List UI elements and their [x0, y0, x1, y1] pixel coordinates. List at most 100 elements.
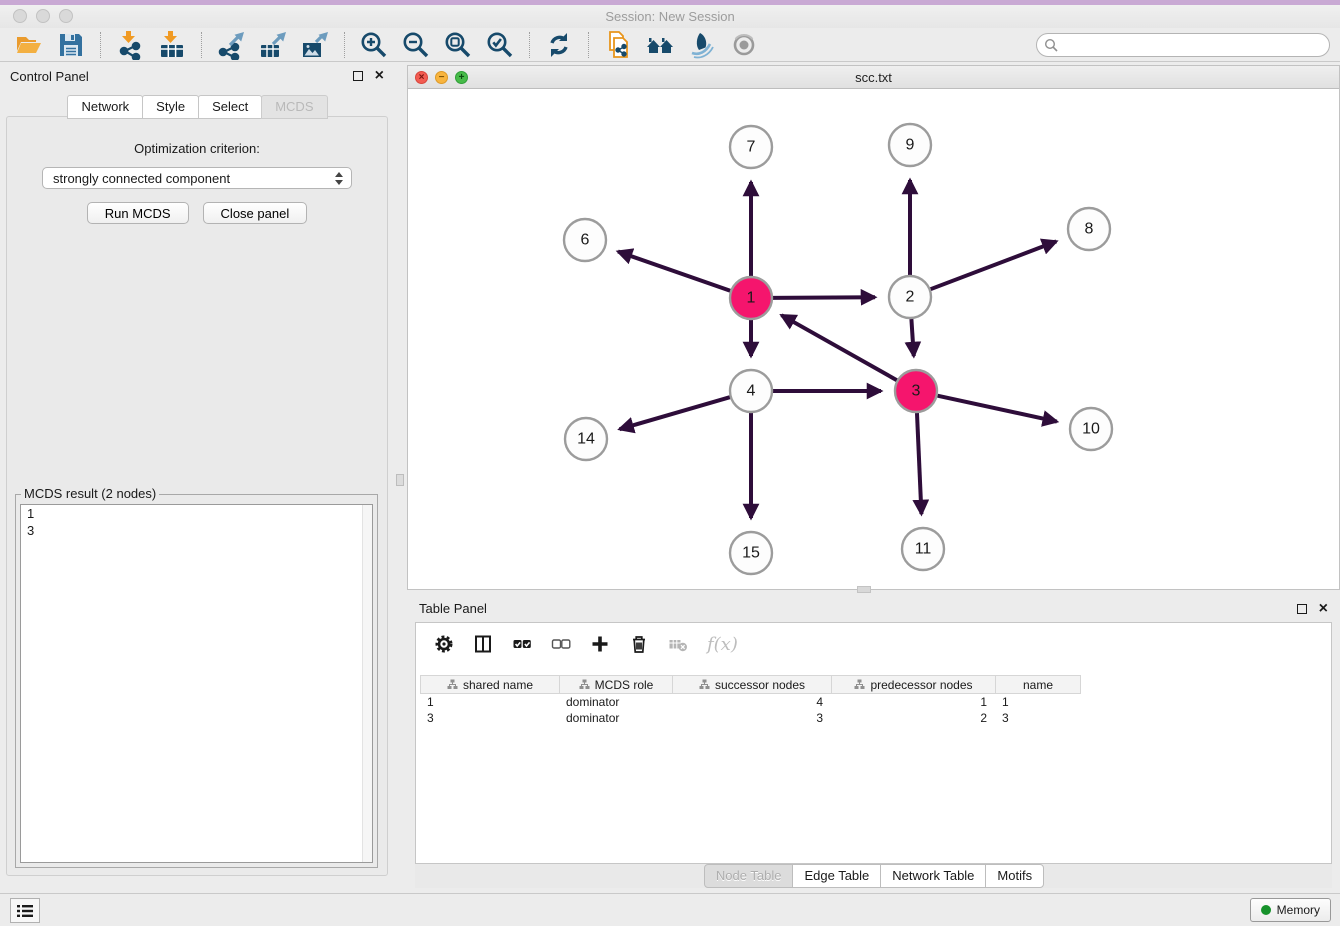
- table-settings-icon[interactable]: [434, 634, 454, 654]
- tab-motifs[interactable]: Motifs: [985, 864, 1044, 888]
- refresh-view-icon[interactable]: [544, 30, 574, 60]
- graph-edge-2-8[interactable]: [931, 241, 1057, 289]
- cell-successor-nodes[interactable]: 4: [672, 694, 831, 710]
- graph-edge-2-3[interactable]: [911, 319, 913, 356]
- svg-text:3: 3: [912, 383, 921, 400]
- column-tree-icon: [699, 679, 710, 690]
- network-view-window: × − + scc.txt 7 9 6 8 1 2 4 3 14 10 15 11: [407, 65, 1340, 590]
- graph-node-11[interactable]: 11: [902, 528, 944, 570]
- table-header-row: shared nameMCDS role successor nodes prede…: [420, 675, 1081, 694]
- cell-shared-name[interactable]: 3: [420, 710, 559, 726]
- column-header-MCDS-role[interactable]: MCDS role: [560, 676, 673, 693]
- graph-node-15[interactable]: 15: [730, 532, 772, 574]
- export-table-icon[interactable]: [258, 30, 288, 60]
- graph-edge-1-2[interactable]: [773, 297, 875, 298]
- tab-network-table[interactable]: Network Table: [880, 864, 986, 888]
- new-network-from-selection-icon[interactable]: [603, 30, 633, 60]
- vertical-splitter-grip[interactable]: [396, 474, 404, 486]
- export-image-icon[interactable]: [300, 30, 330, 60]
- cell-predecessor-nodes[interactable]: 2: [831, 710, 995, 726]
- cell-successor-nodes[interactable]: 3: [672, 710, 831, 726]
- close-panel-button[interactable]: Close panel: [203, 202, 308, 224]
- tab-network[interactable]: Network: [67, 95, 143, 119]
- add-column-icon[interactable]: [590, 634, 610, 654]
- cell-shared-name[interactable]: 1: [420, 694, 559, 710]
- cell-MCDS-role[interactable]: dominator: [559, 694, 672, 710]
- run-mcds-button[interactable]: Run MCDS: [87, 202, 189, 224]
- graph-edge-4-14[interactable]: [620, 397, 730, 429]
- column-header-label: successor nodes: [715, 678, 805, 692]
- column-tree-icon: [447, 679, 458, 690]
- network-canvas[interactable]: 7 9 6 8 1 2 4 3 14 10 15 11: [408, 89, 1339, 590]
- graph-node-2[interactable]: 2: [889, 276, 931, 318]
- column-header-name[interactable]: name: [996, 676, 1080, 693]
- table-float-panel-icon[interactable]: [1297, 604, 1307, 614]
- graph-node-3[interactable]: 3: [895, 370, 937, 412]
- table-panel: Table Panel ×: [407, 596, 1340, 888]
- function-builder-icon-disabled: f(x): [707, 634, 738, 655]
- cell-MCDS-role[interactable]: dominator: [559, 710, 672, 726]
- cell-name[interactable]: 3: [995, 710, 1079, 726]
- application-window: Session: New Session: [0, 0, 1340, 926]
- zoom-selected-icon[interactable]: [485, 30, 515, 60]
- zoom-fit-icon[interactable]: [443, 30, 473, 60]
- graph-node-1[interactable]: 1: [730, 277, 772, 319]
- cell-predecessor-nodes[interactable]: 1: [831, 694, 995, 710]
- graph-node-7[interactable]: 7: [730, 126, 772, 168]
- svg-text:6: 6: [581, 232, 590, 249]
- column-header-successor-nodes[interactable]: successor nodes: [673, 676, 832, 693]
- memory-button[interactable]: Memory: [1250, 898, 1331, 922]
- column-header-predecessor-nodes[interactable]: predecessor nodes: [832, 676, 996, 693]
- svg-text:14: 14: [577, 431, 595, 448]
- tab-mcds[interactable]: MCDS: [261, 95, 327, 119]
- zoom-in-icon[interactable]: [359, 30, 389, 60]
- graph-node-6[interactable]: 6: [564, 219, 606, 261]
- delete-column-icon[interactable]: [629, 634, 649, 654]
- select-all-icon[interactable]: [512, 634, 532, 654]
- tab-style[interactable]: Style: [142, 95, 199, 119]
- column-tree-icon: [854, 679, 865, 690]
- deselect-all-icon[interactable]: [551, 634, 571, 654]
- export-network-icon[interactable]: [216, 30, 246, 60]
- table-close-panel-icon[interactable]: ×: [1319, 604, 1328, 614]
- horizontal-splitter-grip[interactable]: [857, 586, 871, 593]
- open-session-icon[interactable]: [14, 30, 44, 60]
- table-row[interactable]: 3dominator323: [420, 710, 1081, 726]
- network-window-titlebar[interactable]: × − + scc.txt: [408, 66, 1339, 89]
- hide-graphics-details-icon[interactable]: [687, 30, 717, 60]
- node-table-container: f(x) shared nameMCDS role successor nodes…: [415, 622, 1332, 864]
- graph-edge-1-6[interactable]: [618, 252, 730, 291]
- graph-node-4[interactable]: 4: [730, 370, 772, 412]
- graph-edge-3-11[interactable]: [917, 413, 921, 514]
- memory-label: Memory: [1277, 903, 1320, 917]
- table-row[interactable]: 1dominator411: [420, 694, 1081, 710]
- cell-name[interactable]: 1: [995, 694, 1079, 710]
- graph-node-10[interactable]: 10: [1070, 408, 1112, 450]
- svg-text:2: 2: [906, 289, 915, 306]
- graph-edge-3-10[interactable]: [937, 396, 1056, 422]
- zoom-out-icon[interactable]: [401, 30, 431, 60]
- task-history-button[interactable]: [10, 898, 40, 923]
- search-input[interactable]: [1062, 35, 1329, 55]
- import-network-icon[interactable]: [115, 30, 145, 60]
- show-graphics-details-icon[interactable]: [729, 30, 759, 60]
- graph-edge-3-1[interactable]: [781, 315, 896, 380]
- tab-node-table[interactable]: Node Table: [704, 864, 794, 888]
- graph-node-8[interactable]: 8: [1068, 208, 1110, 250]
- search-box[interactable]: [1036, 33, 1330, 57]
- first-neighbors-icon[interactable]: [645, 30, 675, 60]
- criterion-select[interactable]: strongly connected component: [42, 167, 352, 189]
- graph-node-14[interactable]: 14: [565, 418, 607, 460]
- import-table-icon[interactable]: [157, 30, 187, 60]
- tab-edge-table[interactable]: Edge Table: [792, 864, 881, 888]
- result-scrollbar[interactable]: [362, 505, 372, 862]
- close-panel-icon[interactable]: ×: [375, 71, 384, 81]
- graph-node-9[interactable]: 9: [889, 124, 931, 166]
- split-columns-icon[interactable]: [473, 634, 493, 654]
- tab-select[interactable]: Select: [198, 95, 262, 119]
- mcds-result-textarea[interactable]: 13: [20, 504, 373, 863]
- column-header-shared-name[interactable]: shared name: [421, 676, 560, 693]
- save-session-icon[interactable]: [56, 30, 86, 60]
- network-window-title: scc.txt: [408, 70, 1339, 85]
- float-panel-icon[interactable]: [353, 71, 363, 81]
